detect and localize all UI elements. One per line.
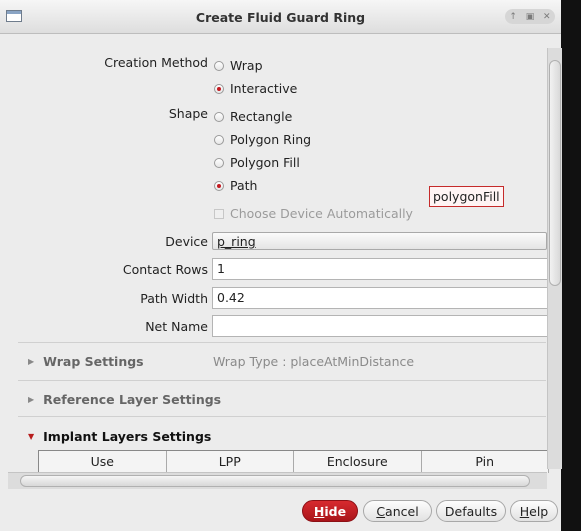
path-width-label: Path Width	[140, 291, 208, 306]
close-icon[interactable]: ✕	[543, 12, 551, 22]
device-value: p_ring	[217, 234, 256, 249]
radio-button[interactable]	[214, 134, 224, 145]
divider	[18, 380, 546, 381]
implant-table-header: Use LPP Enclosure Pin	[38, 450, 549, 473]
button-label: ancel	[385, 504, 419, 519]
triangle-down-icon: ▼	[28, 432, 35, 441]
contact-rows-label: Contact Rows	[122, 262, 208, 277]
dialog-window: Create Fluid Guard Ring ↑ ▣ ✕ Creation M…	[0, 0, 562, 531]
checkbox[interactable]	[214, 208, 224, 219]
device-combo[interactable]: p_ring	[212, 232, 547, 250]
column-header-lpp[interactable]: LPP	[167, 451, 294, 473]
net-name-label: Net Name	[145, 319, 208, 334]
divider	[18, 342, 546, 343]
radio-button[interactable]	[214, 111, 224, 122]
radio-button[interactable]	[214, 180, 224, 191]
scrollbar-thumb[interactable]	[549, 60, 561, 286]
radio-path[interactable]: Path	[214, 178, 257, 193]
section-label: Wrap Settings	[43, 354, 144, 369]
title-bar[interactable]: Create Fluid Guard Ring ↑ ▣ ✕	[0, 0, 561, 34]
triangle-right-icon: ▶	[28, 395, 35, 404]
radio-button[interactable]	[214, 83, 224, 94]
radio-button[interactable]	[214, 157, 224, 168]
radio-label: Interactive	[230, 81, 298, 96]
mnemonic: C	[376, 504, 386, 519]
column-header-enclosure[interactable]: Enclosure	[294, 451, 422, 473]
radio-wrap[interactable]: Wrap	[214, 58, 263, 73]
horizontal-scrollbar[interactable]	[8, 472, 547, 489]
radio-label: Rectangle	[230, 109, 293, 124]
radio-rectangle[interactable]: Rectangle	[214, 109, 292, 124]
minimize-icon[interactable]: ↑	[509, 12, 517, 22]
defaults-button[interactable]: Defaults	[436, 500, 506, 522]
reference-layer-settings-header[interactable]: ▶ Reference Layer Settings	[28, 392, 221, 407]
radio-label: Polygon Fill	[230, 155, 300, 170]
window-title: Create Fluid Guard Ring	[195, 10, 366, 25]
vertical-scrollbar[interactable]	[547, 48, 562, 469]
path-width-field[interactable]: 0.42	[212, 287, 548, 309]
window-controls: ↑ ▣ ✕	[505, 9, 555, 24]
wrap-type-info: Wrap Type : placeAtMinDistance	[213, 354, 415, 369]
help-button[interactable]: Help	[510, 500, 558, 522]
button-label: Defaults	[444, 504, 498, 519]
tooltip: polygonFill	[429, 186, 504, 207]
mnemonic: H	[313, 504, 325, 519]
triangle-right-icon: ▶	[28, 357, 35, 366]
radio-label: Wrap	[230, 58, 263, 73]
radio-polygon-ring[interactable]: Polygon Ring	[214, 132, 311, 147]
column-header-use[interactable]: Use	[39, 451, 167, 473]
section-label: Implant Layers Settings	[43, 429, 212, 444]
button-label: elp	[529, 504, 549, 519]
radio-button[interactable]	[214, 60, 224, 71]
contact-rows-field[interactable]: 1	[212, 258, 548, 280]
checkbox-label: Choose Device Automatically	[230, 206, 413, 221]
radio-label: Path	[230, 178, 258, 193]
divider	[18, 416, 546, 417]
scrollbar-thumb[interactable]	[20, 475, 530, 487]
maximize-icon[interactable]: ▣	[526, 12, 535, 22]
creation-method-label: Creation Method	[104, 55, 208, 70]
mnemonic: H	[519, 504, 530, 519]
device-label: Device	[165, 234, 208, 249]
choose-device-checkbox[interactable]: Choose Device Automatically	[214, 206, 413, 221]
column-header-pin[interactable]: Pin	[422, 451, 549, 473]
radio-polygon-fill[interactable]: Polygon Fill	[214, 155, 300, 170]
radio-interactive[interactable]: Interactive	[214, 81, 297, 96]
cancel-button[interactable]: Cancel	[363, 500, 432, 522]
shape-label: Shape	[168, 106, 208, 121]
implant-layers-settings-header[interactable]: ▼ Implant Layers Settings	[28, 429, 211, 444]
wrap-settings-header[interactable]: ▶ Wrap Settings	[28, 354, 144, 369]
hide-button[interactable]: Hide	[302, 500, 358, 522]
button-label: ide	[324, 504, 347, 519]
radio-label: Polygon Ring	[230, 132, 312, 147]
section-label: Reference Layer Settings	[43, 392, 222, 407]
net-name-field[interactable]	[212, 315, 548, 337]
